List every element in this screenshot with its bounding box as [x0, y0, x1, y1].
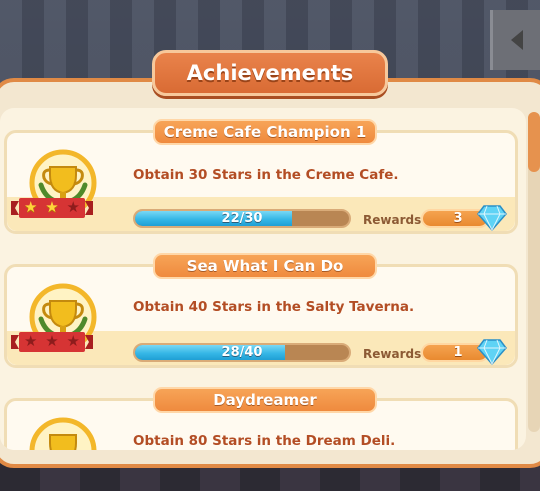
reward-count: 1: [453, 345, 463, 360]
star-icon: ★: [24, 198, 38, 216]
achievement-progress-bar: 28/40: [133, 343, 351, 362]
achievement-title-tab: Sea What I Can Do: [153, 253, 377, 279]
star-icon: ★: [45, 198, 59, 216]
star-rating: ★ ★ ★: [24, 197, 80, 217]
achievement-title: Sea What I Can Do: [186, 257, 344, 275]
list-scrollbar[interactable]: [528, 112, 540, 432]
reward-count: 3: [453, 211, 463, 226]
page-title: Achievements: [186, 61, 354, 85]
star-icon: ★: [45, 332, 59, 350]
achievement-card: Creme Cafe Champion 1 ★ ★ ★ Obtain 30 St…: [4, 119, 518, 234]
achievement-title: Daydreamer: [213, 391, 317, 409]
rewards-label: Rewards: [363, 213, 422, 227]
achievement-title-tab: Creme Cafe Champion 1: [153, 119, 377, 145]
star-icon: ★: [24, 332, 38, 350]
achievement-card: Daydreamer Obtain 80 Stars in the Dream …: [4, 387, 518, 450]
progress-text: 22/30: [221, 211, 263, 226]
achievement-progress-bar: 22/30: [133, 209, 351, 228]
achievements-title-banner: Achievements: [152, 50, 388, 96]
diamond-gem-icon: [477, 339, 507, 366]
achievement-description: Obtain 80 Stars in the Dream Deli.: [133, 433, 396, 449]
achievements-list[interactable]: Creme Cafe Champion 1 ★ ★ ★ Obtain 30 St…: [0, 108, 526, 450]
achievement-title: Creme Cafe Champion 1: [163, 123, 367, 141]
trophy-icon: [23, 415, 103, 450]
star-rating: ★ ★ ★: [24, 331, 80, 351]
achievement-title-tab: Daydreamer: [153, 387, 377, 413]
achievement-card: Sea What I Can Do ★ ★ ★ Obtain 40 Stars …: [4, 253, 518, 368]
achievements-panel: Creme Cafe Champion 1 ★ ★ ★ Obtain 30 St…: [0, 78, 540, 468]
background-door: [490, 10, 540, 70]
scrollbar-thumb[interactable]: [528, 112, 540, 172]
achievement-description: Obtain 40 Stars in the Salty Taverna.: [133, 299, 415, 315]
progress-text: 28/40: [221, 345, 263, 360]
star-icon: ★: [66, 198, 80, 216]
achievement-description: Obtain 30 Stars in the Creme Cafe.: [133, 167, 399, 183]
rewards-label: Rewards: [363, 347, 422, 361]
diamond-gem-icon: [477, 205, 507, 232]
star-icon: ★: [66, 332, 80, 350]
